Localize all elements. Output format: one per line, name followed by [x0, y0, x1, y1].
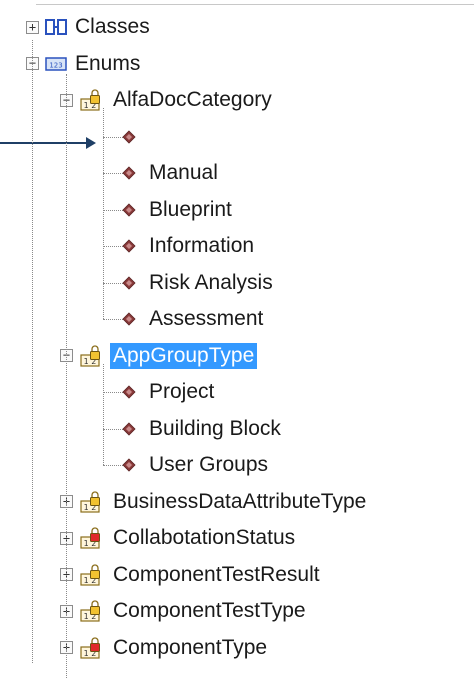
expand-toggle[interactable]: +	[26, 20, 39, 34]
tree-node-enum[interactable]: +1 2 CollabotationStatus	[60, 523, 298, 553]
tree-node-label: User Groups	[149, 453, 269, 476]
locked-enum-yellow-icon: 1 2	[79, 87, 105, 113]
enum-value-icon	[122, 421, 136, 436]
tree-guide-horizontal	[103, 319, 123, 320]
tree-guide-horizontal	[103, 428, 123, 430]
enum-value-icon	[122, 312, 136, 326]
tree-node-enum-value[interactable]	[122, 122, 152, 152]
tree-node-enum[interactable]: +1 2 ComponentTestResult	[60, 560, 323, 590]
locked-enum-yellow-icon: 1 2	[79, 562, 105, 588]
tree-node-label: Blueprint	[149, 197, 232, 221]
locked-enum-red-icon: 1 2	[79, 525, 105, 551]
tree-node-enum-value[interactable]: Manual	[122, 158, 221, 188]
tree-node-label: AppGroupType	[110, 342, 258, 369]
tree-node-enum-value[interactable]: Risk Analysis	[122, 268, 276, 298]
tree-node-label: Manual	[149, 161, 218, 184]
tree-guide-vertical	[66, 73, 67, 678]
enum-value-icon	[122, 239, 136, 253]
class-diagram-icon	[45, 18, 67, 36]
tree-guide-vertical	[103, 108, 104, 319]
tree-guide-horizontal	[103, 282, 123, 284]
top-divider	[36, 4, 474, 5]
tree-node-label: Classes	[75, 15, 150, 38]
tree-node-label: ComponentTestResult	[113, 562, 320, 586]
tree-node-enum[interactable]: −1 2 AppGroupType	[60, 341, 258, 371]
tree-node-enum-value[interactable]: Blueprint	[122, 195, 235, 225]
tree-guide-horizontal	[103, 392, 123, 393]
svg-text:123: 123	[49, 61, 62, 69]
tree-node-enum-value[interactable]: Assessment	[122, 304, 266, 334]
tree-node-enum[interactable]: +1 2 BusinessDataAttributeType	[60, 487, 369, 517]
locked-enum-yellow-icon: 1 2	[79, 598, 105, 624]
tree-node-label: Building Block	[149, 416, 281, 440]
tree-guide-vertical	[103, 363, 104, 465]
arrow-head	[86, 137, 96, 149]
locked-enum-yellow-icon: 1 2	[79, 343, 105, 369]
tree-node-enum[interactable]: −1 2 AlfaDocCategory	[60, 85, 275, 115]
enum-value-icon	[122, 166, 136, 180]
tree-node-label: CollabotationStatus	[113, 526, 296, 549]
tree-guide-horizontal	[103, 173, 123, 174]
tree-node-enum-value[interactable]: Building Block	[122, 414, 284, 444]
tree-node-enum[interactable]: +1 2 ComponentTestType	[60, 596, 309, 626]
tree-node-label: Assessment	[149, 307, 264, 330]
enum-value-icon	[122, 458, 136, 472]
tree-guide-horizontal	[103, 465, 123, 466]
tree-node-label: BusinessDataAttributeType	[113, 489, 367, 513]
tree-node-label: Risk Analysis	[149, 270, 273, 294]
enum-tree-view: + Classes −123 Enums −1 2 AlfaDocCategory Manu…	[0, 0, 474, 678]
tree-node-enum-value[interactable]: Information	[122, 231, 257, 261]
tree-node-enums[interactable]: −123 Enums	[26, 49, 143, 79]
tree-node-label: AlfaDocCategory	[113, 88, 272, 111]
tree-guide-horizontal	[103, 209, 123, 211]
tree-guide-horizontal	[103, 246, 123, 247]
tree-node-label: ComponentType	[113, 635, 268, 659]
enum-value-icon	[122, 385, 136, 399]
enum-value-icon	[122, 275, 136, 290]
tree-node-enum-value[interactable]: Project	[122, 377, 217, 407]
tree-node-label	[141, 136, 152, 138]
enum-folder-icon: 123	[45, 56, 67, 72]
tree-node-label: ComponentTestType	[113, 599, 306, 622]
locked-enum-yellow-icon: 1 2	[79, 489, 105, 515]
tree-node-label: Information	[149, 234, 255, 257]
tree-node-classes[interactable]: + Classes	[26, 12, 153, 42]
locked-enum-red-icon: 1 2	[79, 635, 105, 661]
tree-guide-horizontal	[103, 136, 123, 138]
tree-guide-vertical	[32, 40, 33, 663]
arrow-shaft	[0, 142, 88, 144]
enum-value-icon	[122, 129, 136, 144]
tree-node-label: Enums	[75, 51, 141, 75]
tree-node-label: Project	[149, 380, 215, 403]
tree-node-enum-value[interactable]: User Groups	[122, 450, 271, 480]
enum-value-icon	[122, 202, 136, 217]
tree-node-enum[interactable]: +1 2 ComponentType	[60, 633, 270, 663]
